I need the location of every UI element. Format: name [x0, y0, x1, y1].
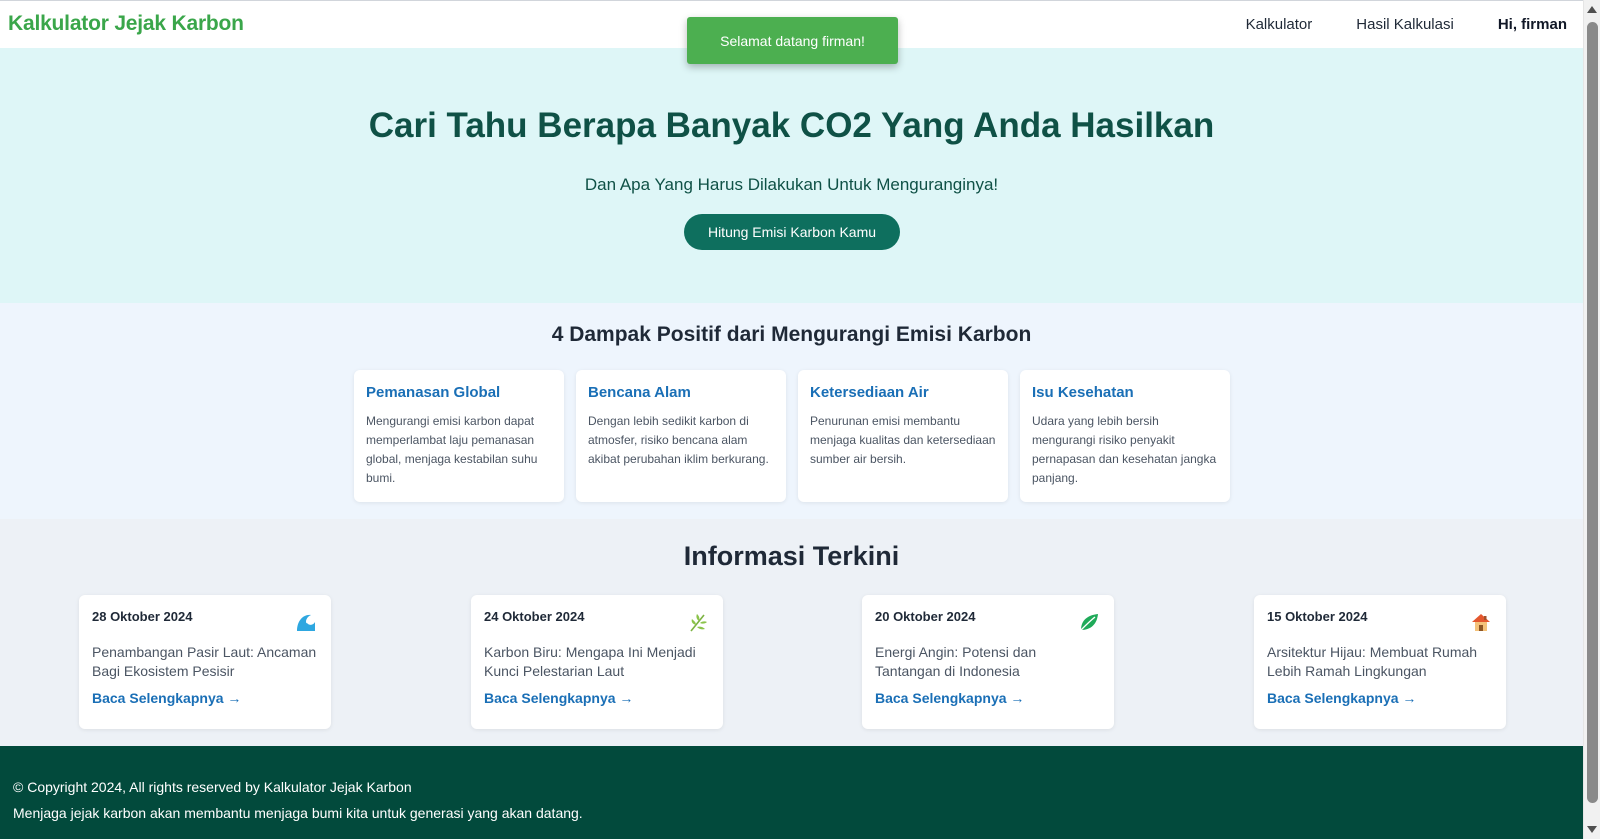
impact-card-text: Penurunan emisi membantu menjaga kualita…	[810, 414, 996, 466]
impact-card-title: Isu Kesehatan	[1032, 384, 1134, 401]
news-date: 24 Oktober 2024	[484, 609, 585, 624]
impact-card-bencana-alam: Bencana Alam Dengan lebih sedikit karbon…	[576, 370, 786, 502]
welcome-toast: Selamat datang firman!	[687, 17, 898, 64]
news-headline: Karbon Biru: Mengapa Ini Menjadi Kunci P…	[484, 644, 696, 679]
footer-copyright: © Copyright 2024, All rights reserved by…	[13, 779, 412, 795]
brand-logo[interactable]: Kalkulator Jejak Karbon	[8, 12, 244, 36]
nav-links: Kalkulator Hasil Kalkulasi Hi, firman	[1202, 16, 1567, 33]
read-more-link[interactable]: Baca Selengkapnya →	[92, 690, 318, 706]
impacts-section: 4 Dampak Positif dari Mengurangi Emisi K…	[0, 303, 1583, 519]
news-date: 15 Oktober 2024	[1267, 609, 1368, 624]
impact-card-text: Mengurangi emisi karbon dapat memperlamb…	[366, 414, 538, 485]
hero-subtitle: Dan Apa Yang Harus Dilakukan Untuk Mengu…	[584, 175, 999, 194]
user-greeting[interactable]: Hi, firman	[1498, 16, 1567, 33]
scroll-down-arrow-icon[interactable]	[1587, 826, 1597, 833]
vertical-scrollbar[interactable]	[1583, 0, 1600, 839]
news-date: 20 Oktober 2024	[875, 609, 976, 624]
herb-icon	[690, 614, 707, 632]
impact-card-isu-kesehatan: Isu Kesehatan Udara yang lebih bersih me…	[1020, 370, 1230, 502]
news-card: 15 Oktober 2024 Arsitektur Hijau: Membua…	[1254, 595, 1506, 729]
news-headline: Penambangan Pasir Laut: Ancaman Bagi Eko…	[92, 644, 317, 679]
house-icon	[1472, 614, 1490, 631]
news-card: 20 Oktober 2024 Energi Angin: Potensi da…	[862, 595, 1114, 729]
nav-link-hasil-kalkulasi[interactable]: Hasil Kalkulasi	[1356, 16, 1454, 33]
news-section: Informasi Terkini 28 Oktober 2024 Penamb…	[0, 519, 1583, 746]
scrollbar-thumb[interactable]	[1587, 22, 1598, 803]
news-card: 28 Oktober 2024 Penambangan Pasir Laut: …	[79, 595, 331, 729]
news-title: Informasi Terkini	[683, 541, 900, 571]
footer: © Copyright 2024, All rights reserved by…	[0, 746, 1583, 839]
page: Kalkulator Jejak Karbon Kalkulator Hasil…	[0, 0, 1583, 839]
news-date: 28 Oktober 2024	[92, 609, 193, 624]
news-headline: Energi Angin: Potensi dan Tantangan di I…	[875, 644, 1037, 679]
impact-card-pemanasan-global: Pemanasan Global Mengurangi emisi karbon…	[354, 370, 564, 502]
hero-section: Cari Tahu Berapa Banyak CO2 Yang Anda Ha…	[0, 48, 1583, 303]
leaf-icon	[1080, 614, 1098, 631]
impact-card-ketersediaan-air: Ketersediaan Air Penurunan emisi membant…	[798, 370, 1008, 502]
wave-icon	[297, 614, 315, 631]
read-more-link[interactable]: Baca Selengkapnya →	[484, 690, 710, 706]
impact-card-title: Bencana Alam	[588, 384, 691, 401]
hero-title: Cari Tahu Berapa Banyak CO2 Yang Anda Ha…	[368, 106, 1215, 145]
impact-card-title: Ketersediaan Air	[810, 384, 929, 401]
nav-link-kalkulator[interactable]: Kalkulator	[1246, 16, 1313, 33]
read-more-link[interactable]: Baca Selengkapnya →	[875, 690, 1101, 706]
impact-card-text: Udara yang lebih bersih mengurangi risik…	[1032, 414, 1217, 485]
impact-card-title: Pemanasan Global	[366, 384, 501, 401]
calculate-emission-button[interactable]: Hitung Emisi Karbon Kamu	[684, 214, 900, 250]
footer-tagline: Menjaga jejak karbon akan membantu menja…	[13, 805, 583, 821]
news-headline: Arsitektur Hijau: Membuat Rumah Lebih Ra…	[1267, 644, 1478, 679]
impacts-title: 4 Dampak Positif dari Mengurangi Emisi K…	[551, 323, 1032, 346]
impact-card-text: Dengan lebih sedikit karbon di atmosfer,…	[588, 414, 769, 466]
read-more-link[interactable]: Baca Selengkapnya →	[1267, 690, 1493, 706]
news-card: 24 Oktober 2024 Karbon Biru: Mengapa Ini…	[471, 595, 723, 729]
scroll-up-arrow-icon[interactable]	[1587, 6, 1597, 13]
